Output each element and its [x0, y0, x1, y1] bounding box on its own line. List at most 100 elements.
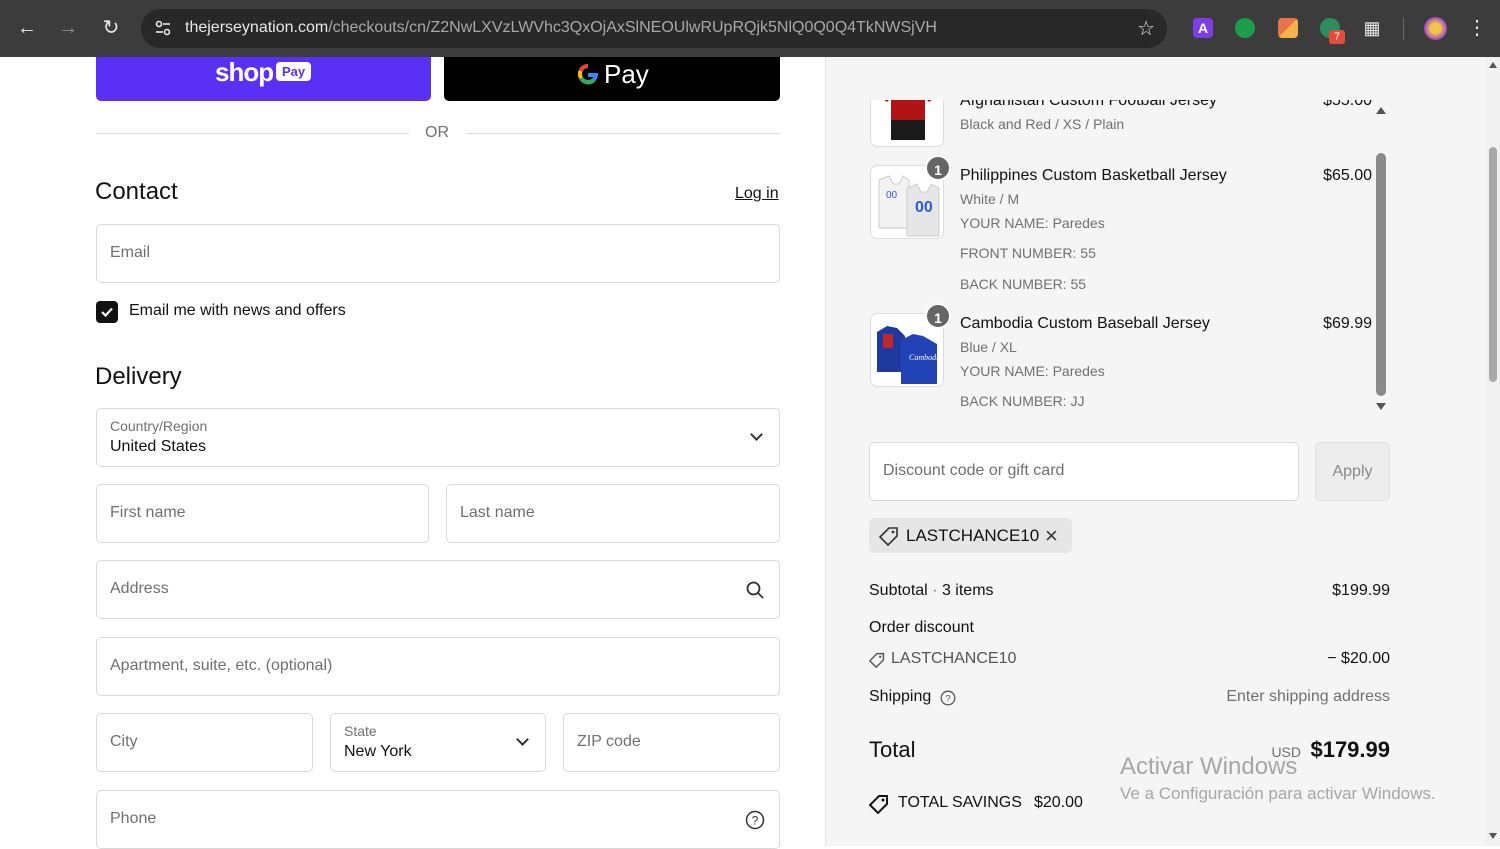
cart-item-list: Afghanistan Custom Football Jersey Black… [869, 100, 1390, 412]
quantity-badge: 1 [925, 155, 951, 181]
cart-item-detail: YOUR NAME: Paredes [960, 363, 1105, 379]
cart-item-price: $55.00 [1323, 100, 1372, 109]
cart-list-scrollbar-thumb[interactable] [1376, 153, 1386, 396]
address-bar[interactable]: thejerseynation.com/checkouts/cn/Z2NwLXV… [141, 9, 1167, 48]
login-link[interactable]: Log in [735, 185, 779, 203]
country-label: Country/Region [110, 418, 208, 434]
cart-item-detail: YOUR NAME: Paredes [960, 215, 1105, 231]
discount-code-input[interactable]: Discount code or gift card [869, 442, 1299, 501]
newsletter-checkbox[interactable] [96, 301, 118, 323]
tag-icon [879, 527, 898, 546]
last-name-field[interactable]: Last name [446, 484, 780, 543]
scroll-up-arrow-icon[interactable] [1376, 107, 1386, 114]
delivery-heading: Delivery [95, 363, 182, 390]
first-name-field[interactable]: First name [96, 484, 429, 543]
google-g-icon [577, 64, 599, 85]
url-path: /checkouts/cn/Z2NwLXVzLWVhc3QxOjAxSlNEOU… [328, 19, 937, 36]
first-name-placeholder: First name [110, 504, 186, 521]
state-label: State [344, 723, 377, 739]
cart-item-price: $69.99 [1323, 315, 1372, 332]
chevron-down-icon [516, 733, 529, 746]
forward-arrow-icon[interactable]: → [54, 14, 82, 42]
newsletter-label: Email me with news and offers [129, 302, 346, 319]
address-placeholder: Address [110, 580, 169, 597]
toolbar-divider [1403, 18, 1404, 40]
activation-watermark-subtitle: Ve a Configuración para activar Windows. [1120, 784, 1436, 803]
tag-icon [869, 795, 888, 814]
profile-avatar[interactable] [1424, 17, 1447, 40]
browser-toolbar: ← → ↻ thejerseynation.com/checkouts/cn/Z… [0, 0, 1500, 57]
subtotal-items: 3 items [941, 582, 994, 599]
state-select[interactable]: State New York [330, 713, 546, 772]
zip-field[interactable]: ZIP code [563, 713, 780, 772]
checkmark-icon [101, 307, 113, 318]
scroll-down-arrow-icon[interactable] [1489, 833, 1497, 839]
country-select[interactable]: Country/Region United States [96, 408, 780, 467]
cart-item-name: Philippines Custom Basketball Jersey [960, 167, 1227, 184]
email-field[interactable]: Email [96, 224, 780, 283]
phone-field[interactable]: Phone ? [96, 790, 780, 849]
subtotal-row: Subtotal · 3 items $199.99 [869, 582, 1390, 599]
help-circle-icon[interactable]: ? [745, 810, 765, 830]
shop-pay-button[interactable]: shop Pay [96, 57, 431, 101]
back-arrow-icon[interactable]: ← [13, 14, 41, 42]
extension-count-badge: 7 [1329, 30, 1345, 44]
applied-code-text: LASTCHANCE10 [906, 526, 1040, 545]
shipping-value: Enter shipping address [1226, 688, 1390, 705]
contact-heading: Contact [95, 178, 178, 205]
extension-a-icon[interactable]: A [1193, 18, 1213, 38]
cart-item-variant: White / M [960, 191, 1020, 207]
jersey-image [884, 100, 932, 140]
browser-menu-icon[interactable]: ⋮ [1463, 14, 1491, 42]
apply-discount-button[interactable]: Apply [1315, 442, 1390, 501]
cart-item-variant: Black and Red / XS / Plain [960, 116, 1125, 132]
cart-item-name: Cambodia Custom Baseball Jersey [960, 315, 1210, 332]
applied-discount-tag: LASTCHANCE10 × [869, 518, 1072, 553]
phone-placeholder: Phone [110, 810, 157, 827]
scroll-up-arrow-icon[interactable] [1489, 62, 1497, 68]
shop-pay-wordmark: shop [215, 57, 274, 87]
bookmark-star-icon[interactable]: ☆ [1137, 16, 1155, 41]
apartment-field[interactable]: Apartment, suite, etc. (optional) [96, 637, 780, 696]
last-name-placeholder: Last name [460, 504, 535, 521]
svg-text:?: ? [752, 814, 759, 828]
svg-text:?: ? [945, 694, 950, 705]
afghanistan-jersey-thumbnail [870, 100, 944, 147]
cart-item-detail: FRONT NUMBER: 55 [960, 245, 1096, 261]
activation-watermark-title: Activar Windows [1120, 753, 1298, 780]
scroll-down-arrow-icon[interactable] [1376, 403, 1386, 410]
page-scrollbar[interactable] [1486, 57, 1500, 846]
or-separator: OR [425, 124, 449, 141]
extensions-puzzle-icon[interactable]: ▦ [1358, 14, 1386, 42]
shipping-label: Shipping [869, 688, 932, 705]
google-pay-button[interactable]: Pay [444, 57, 780, 101]
email-placeholder: Email [110, 244, 151, 261]
cart-item-detail: BACK NUMBER: JJ [960, 393, 1085, 409]
cart-item-price: $65.00 [1323, 167, 1372, 184]
apartment-placeholder: Apartment, suite, etc. (optional) [110, 657, 333, 674]
cart-item-variant: Blue / XL [960, 339, 1017, 355]
extension-orange-icon[interactable] [1278, 18, 1298, 38]
extension-grammarly-icon[interactable] [1235, 18, 1255, 38]
shipping-row: Shipping ? Enter shipping address [869, 688, 1390, 706]
address-field[interactable]: Address [96, 560, 780, 619]
url-domain: thejerseynation.com [185, 19, 329, 36]
subtotal-label: Subtotal [869, 582, 928, 599]
cart-item-name: Afghanistan Custom Football Jersey [960, 100, 1218, 109]
total-value: $179.99 [1310, 737, 1390, 762]
help-circle-icon[interactable]: ? [940, 690, 956, 706]
google-pay-label: Pay [604, 59, 649, 89]
reload-icon[interactable]: ↻ [97, 14, 125, 42]
tag-icon [869, 652, 885, 668]
zip-placeholder: ZIP code [577, 733, 641, 750]
remove-discount-icon[interactable]: × [1045, 523, 1058, 549]
discount-code-label: LASTCHANCE10 [891, 650, 1017, 667]
page-scrollbar-thumb[interactable] [1489, 147, 1497, 382]
divider-left [96, 133, 409, 134]
svg-text:00: 00 [915, 199, 933, 216]
site-settings-icon[interactable] [153, 18, 173, 38]
city-field[interactable]: City [96, 713, 313, 772]
svg-text:00: 00 [886, 190, 898, 201]
cart-item-detail: BACK NUMBER: 55 [960, 276, 1087, 292]
savings-value: $20.00 [1034, 794, 1083, 811]
